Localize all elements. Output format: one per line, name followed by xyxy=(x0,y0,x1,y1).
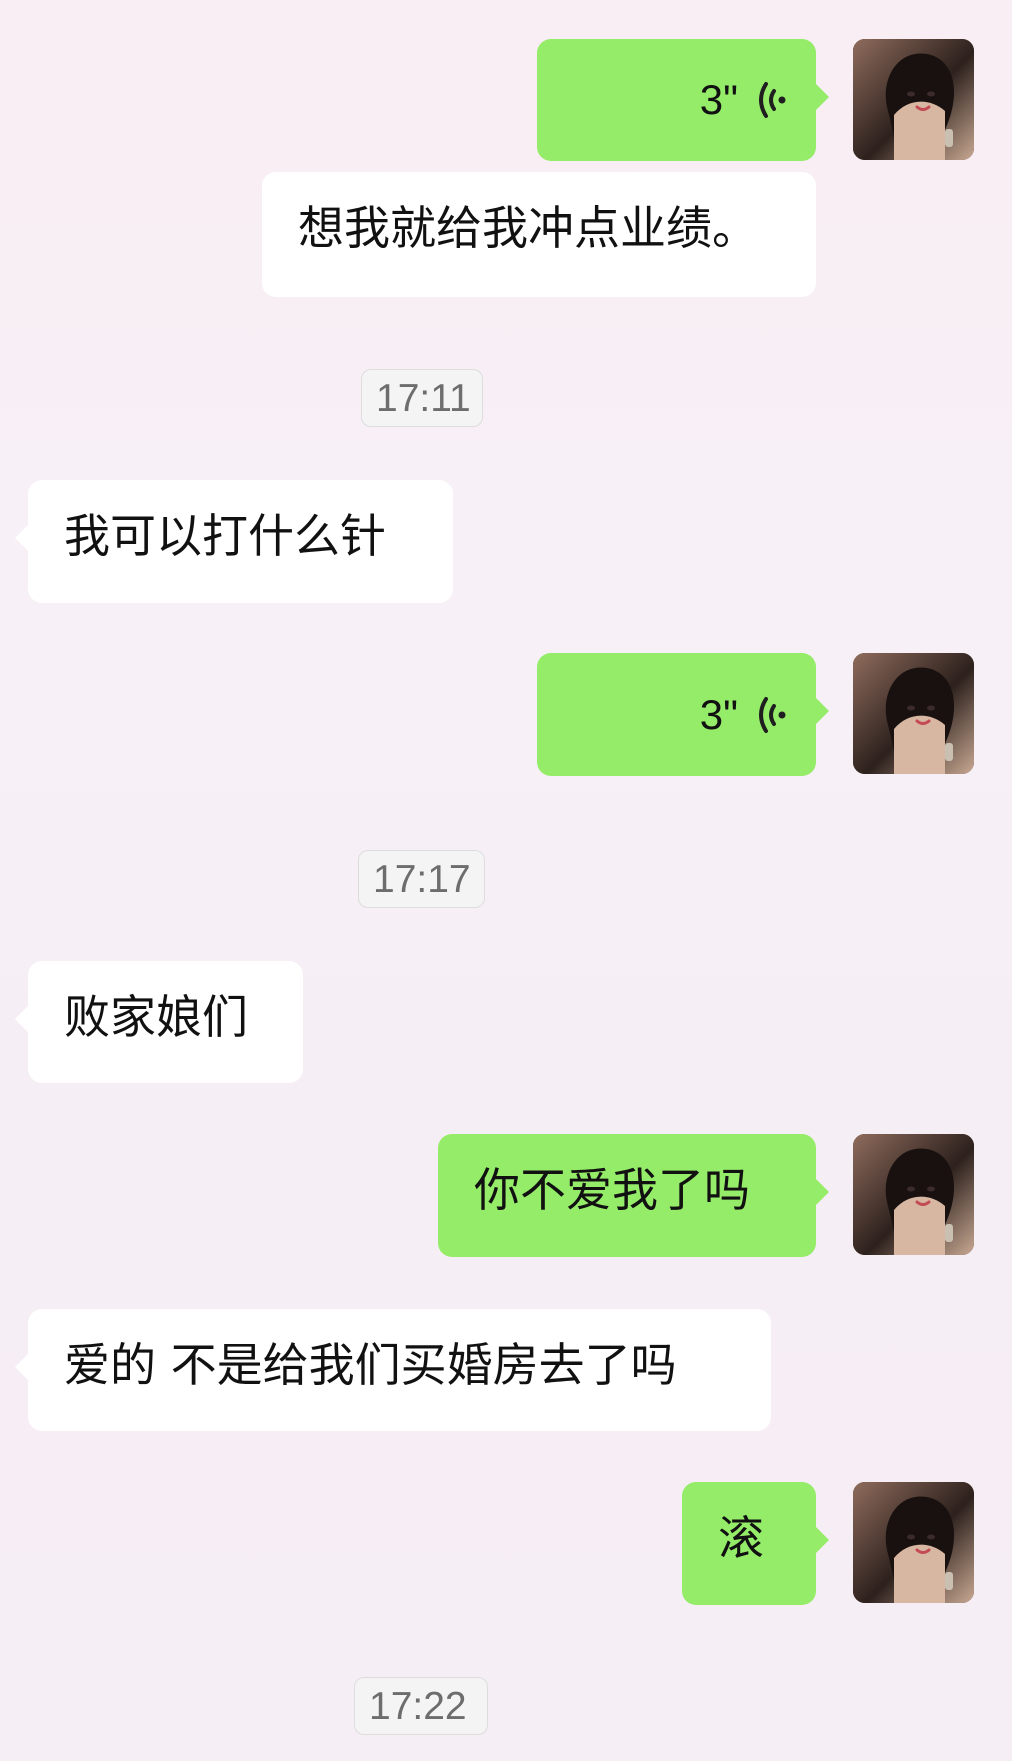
message-text-5: 败家娘们 xyxy=(64,990,248,1044)
avatar-photo[interactable] xyxy=(853,1482,974,1603)
time-badge-1711: 17:11 xyxy=(361,369,483,427)
message-bubble-5[interactable]: 败家娘们 xyxy=(15,961,303,1083)
time-text-1711: 17:11 xyxy=(376,377,471,420)
voice-message-content-4: 3" xyxy=(537,653,816,776)
voice-duration-4: 3" xyxy=(699,690,738,738)
time-badge-1717: 17:17 xyxy=(358,850,485,908)
time-text-1717: 17:17 xyxy=(373,858,471,901)
voice-duration-1: 3" xyxy=(699,76,738,123)
avatar-photo[interactable] xyxy=(853,1134,974,1255)
time-badge-1722: 17:22 xyxy=(354,1677,488,1735)
voice-message-content-1: 3" xyxy=(537,39,816,161)
time-text-1722: 17:22 xyxy=(369,1685,467,1728)
voice-message-bubble-4[interactable]: 3" xyxy=(537,653,829,776)
message-bubble-6[interactable]: 你不爱我了吗 xyxy=(438,1134,829,1257)
message-text-6: 你不爱我了吗 xyxy=(474,1163,750,1217)
message-bubble-3[interactable]: 我可以打什么针 xyxy=(15,480,453,603)
message-bubble-7[interactable]: 爱的 不是给我们买婚房去了吗 xyxy=(15,1309,771,1431)
voice-icon xyxy=(756,692,788,738)
message-text-3: 我可以打什么针 xyxy=(64,509,386,563)
avatar-photo[interactable] xyxy=(853,39,974,160)
message-text-8: 滚 xyxy=(718,1511,764,1565)
avatar-photo[interactable] xyxy=(853,653,974,774)
voice-message-bubble-1[interactable]: 3" xyxy=(537,39,829,161)
message-text-7: 爱的 不是给我们买婚房去了吗 xyxy=(64,1338,677,1392)
message-text-2: 想我就给我冲点业绩。 xyxy=(298,201,758,255)
message-bubble-2[interactable]: 想我就给我冲点业绩。 xyxy=(262,172,816,297)
voice-icon xyxy=(756,77,788,123)
message-bubble-8[interactable]: 滚 xyxy=(682,1482,829,1605)
